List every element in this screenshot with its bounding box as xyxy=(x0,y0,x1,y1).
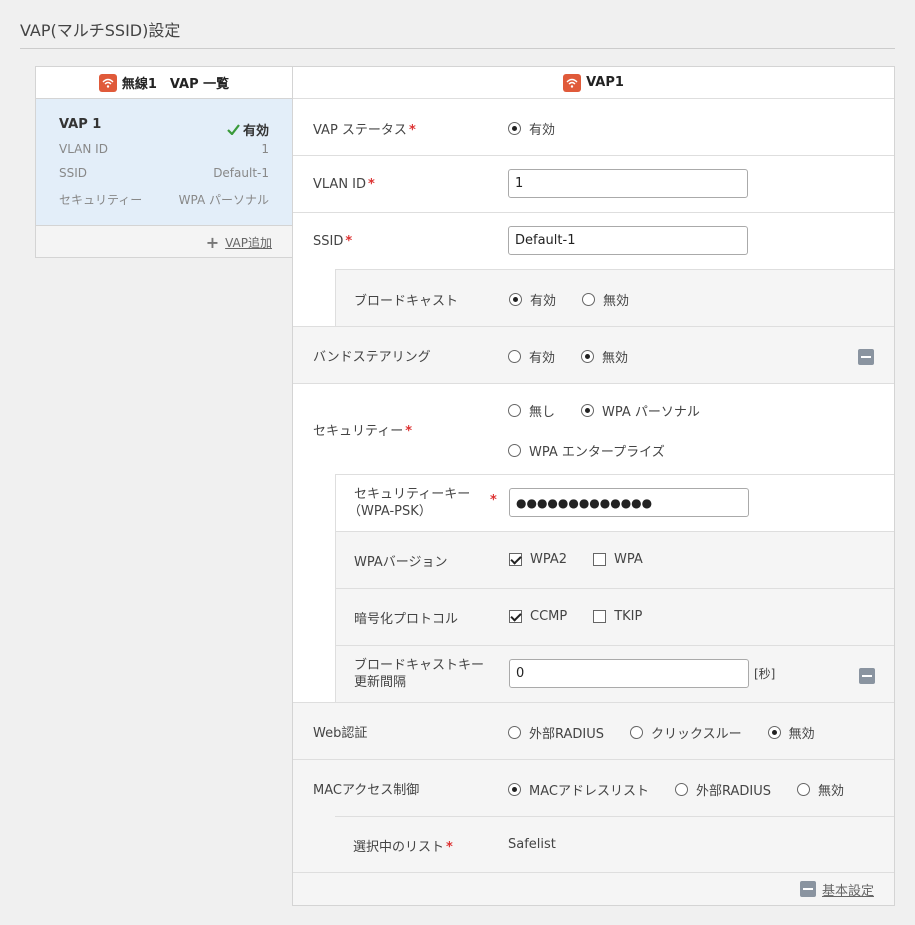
web-auth-disabled-radio[interactable]: 無効 xyxy=(767,723,815,742)
field-label: セキュリティーキー （WPA-PSK） xyxy=(348,487,471,519)
mac-access-row: MACアクセス制御 MACアドレスリスト 外部RADIUS 無効 xyxy=(293,760,894,817)
vap-detail-label: VLAN ID xyxy=(59,141,108,156)
field-label: MACアクセス制御 xyxy=(313,783,420,798)
vap-settings-panel: VAP1 VAP ステータス* 有効 VLAN ID* SSID* ブロードキャ… xyxy=(292,66,895,906)
page-title: VAP(マルチSSID)設定 xyxy=(20,21,181,40)
vap-detail-value: WPA パーソナル xyxy=(178,192,269,207)
field-label: 暗号化プロトコル xyxy=(354,612,459,627)
field-label: セキュリティー * xyxy=(313,424,413,439)
ssid-input[interactable] xyxy=(508,226,748,255)
mac-list-radio[interactable]: MACアドレスリスト xyxy=(508,780,649,799)
plus-icon[interactable]: + xyxy=(206,233,219,252)
cipher-row: 暗号化プロトコル CCMP TKIP xyxy=(335,589,894,646)
security-row: セキュリティー * 無し WPA パーソナル WPA エンタープライズ xyxy=(293,384,894,474)
basic-settings-link[interactable]: 基本設定 xyxy=(822,880,874,899)
mac-radius-radio[interactable]: 外部RADIUS xyxy=(674,780,771,799)
wpa2-checkbox[interactable]: WPA2 xyxy=(509,552,567,567)
vap-detail-label: セキュリティー xyxy=(59,192,143,207)
add-vap-link[interactable]: VAP追加 xyxy=(225,234,272,251)
ssid-row: SSID * xyxy=(293,213,894,270)
band-steering-enabled-radio[interactable]: 有効 xyxy=(508,347,555,366)
spacer xyxy=(293,475,335,703)
wpa-checkbox[interactable]: WPA xyxy=(593,552,643,567)
collapse-icon[interactable] xyxy=(858,349,874,365)
wifi-icon xyxy=(563,73,582,92)
field-label: バンドステアリング xyxy=(313,350,431,365)
vap-detail-label: SSID xyxy=(59,166,88,180)
selected-list-value: Safelist xyxy=(508,837,556,852)
selected-list-row: 選択中のリスト * Safelist xyxy=(293,817,894,873)
field-label: ブロードキャストキー 更新間隔 xyxy=(354,658,485,690)
field-label: WPAバージョン xyxy=(354,555,448,570)
rekey-row: ブロードキャストキー 更新間隔 [秒] xyxy=(335,646,894,703)
basic-settings-footer: 基本設定 xyxy=(293,873,894,905)
broadcast-enabled-radio[interactable]: 有効 xyxy=(509,290,556,309)
security-none-radio[interactable]: 無し xyxy=(508,401,555,420)
wpa-version-row: WPAバージョン WPA2 WPA xyxy=(335,532,894,589)
vap-detail-value: Default-1 xyxy=(213,166,269,180)
vap-card[interactable]: VAP 1 有効 VLAN ID 1 SSID Default-1 セキュリティ… xyxy=(36,99,292,226)
mac-disabled-radio[interactable]: 無効 xyxy=(796,780,844,799)
security-wpa-enterprise-radio[interactable]: WPA エンタープライズ xyxy=(508,441,665,460)
field-label: ブロードキャスト xyxy=(354,294,459,309)
field-label: SSID * xyxy=(313,234,353,249)
web-auth-radius-radio[interactable]: 外部RADIUS xyxy=(508,723,604,742)
title-divider xyxy=(20,48,895,49)
web-auth-clickthrough-radio[interactable]: クリックスルー xyxy=(630,723,742,742)
rekey-interval-input[interactable] xyxy=(509,659,749,688)
vap-settings-header: VAP1 xyxy=(293,67,894,99)
ccmp-checkbox[interactable]: CCMP xyxy=(509,609,567,624)
band-steering-row: バンドステアリング 有効 無効 xyxy=(293,327,894,384)
spacer xyxy=(293,270,335,327)
vap-detail-value: 1 xyxy=(261,141,269,156)
vap-list-title: 無線1 VAP 一覧 xyxy=(121,77,230,92)
web-auth-row: Web認証 外部RADIUS クリックスルー 無効 xyxy=(293,703,894,760)
tkip-checkbox[interactable]: TKIP xyxy=(593,609,642,624)
broadcast-disabled-radio[interactable]: 無効 xyxy=(582,290,629,309)
vlan-id-input[interactable] xyxy=(508,169,748,198)
unit-label: [秒] xyxy=(754,667,776,681)
field-label: VLAN ID * xyxy=(313,177,375,192)
vap-status-row: VAP ステータス * 有効 xyxy=(293,99,894,156)
broadcast-row: ブロードキャスト 有効 無効 xyxy=(335,270,894,327)
vap-name: VAP 1 xyxy=(59,117,102,132)
field-label: 選択中のリスト * xyxy=(353,840,453,855)
collapse-icon[interactable] xyxy=(799,881,816,897)
checkmark-icon xyxy=(227,124,240,135)
security-key-input[interactable] xyxy=(509,488,749,517)
field-label: Web認証 xyxy=(313,726,368,741)
add-vap-row: + VAP追加 xyxy=(36,226,292,258)
vap-settings-title: VAP1 xyxy=(586,75,624,90)
security-wpa-personal-radio[interactable]: WPA パーソナル xyxy=(581,401,700,420)
security-key-row: セキュリティーキー （WPA-PSK） * xyxy=(335,475,894,532)
band-steering-disabled-radio[interactable]: 無効 xyxy=(581,347,628,366)
field-label: VAP ステータス * xyxy=(313,123,416,138)
vlan-id-row: VLAN ID * xyxy=(293,156,894,213)
vap-status-text: 有効 xyxy=(242,123,269,139)
vap-list-header: 無線1 VAP 一覧 xyxy=(36,67,292,99)
status-badge: 有効 xyxy=(227,117,269,142)
vap-list-panel: 無線1 VAP 一覧 VAP 1 有効 VLAN ID 1 SSID Defau… xyxy=(35,66,293,258)
vap-status-enabled-radio[interactable]: 有効 xyxy=(508,119,555,138)
wifi-icon xyxy=(98,73,117,92)
collapse-icon[interactable] xyxy=(859,668,875,684)
